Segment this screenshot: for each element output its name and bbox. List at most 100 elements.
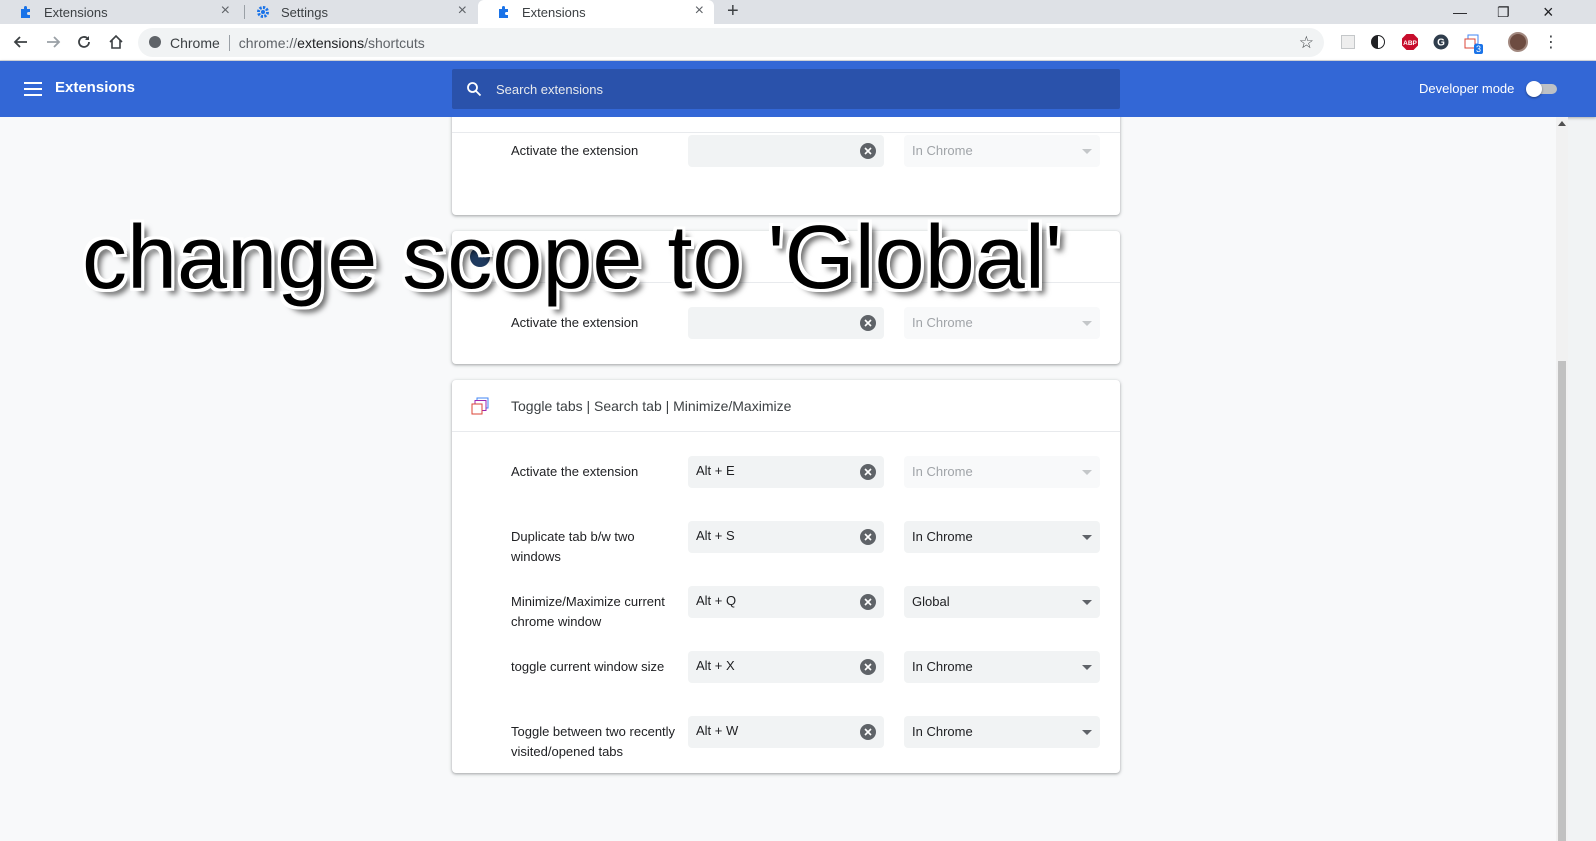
scope-value: In Chrome (912, 659, 973, 674)
star-bookmark-icon[interactable]: ☆ (1299, 33, 1314, 53)
close-icon[interactable]: × (458, 3, 467, 19)
shortcut-input[interactable]: Alt + E (688, 456, 884, 488)
command-label: Minimize/Maximize current chrome window (511, 594, 665, 629)
dropdown-arrow-icon (1082, 321, 1092, 326)
command-label: Activate the extension (511, 315, 639, 330)
svg-text:G: G (1437, 38, 1445, 49)
chrome-logo-icon (149, 36, 161, 48)
shortcut-value: Alt + Q (696, 593, 737, 608)
shortcut-row: toggle current window size Alt + X In Ch… (452, 651, 1120, 703)
tab-extensions-active[interactable]: Extensions × (478, 0, 714, 24)
avatar[interactable] (1508, 32, 1528, 52)
shortcut-row: Duplicate tab b/w two windows Alt + S In… (452, 521, 1120, 573)
clear-shortcut-icon[interactable] (860, 143, 876, 159)
grammarly-icon[interactable]: G (1431, 32, 1451, 52)
clear-shortcut-icon[interactable] (860, 724, 876, 740)
scope-select[interactable]: In Chrome (904, 456, 1100, 488)
shortcut-input[interactable]: Alt + W (688, 716, 884, 748)
scope-select[interactable]: In Chrome (904, 135, 1100, 167)
gear-icon (255, 4, 271, 20)
tab-extensions-1[interactable]: Extensions × (0, 0, 240, 24)
close-icon[interactable]: × (695, 3, 704, 19)
reload-icon[interactable] (72, 30, 96, 54)
page-scrollbar[interactable] (1556, 117, 1568, 841)
kebab-menu-icon[interactable]: ⋮ (1541, 32, 1561, 52)
clear-shortcut-icon[interactable] (860, 529, 876, 545)
shortcut-input[interactable]: Alt + Q (688, 586, 884, 618)
command-label: Toggle between two recently visited/open… (511, 724, 676, 759)
shortcut-row: Activate the extension In Chrome (452, 135, 1120, 187)
omnibox[interactable]: Chrome chrome://extensions/shortcuts ☆ (138, 28, 1324, 57)
url-prefix: chrome:// (238, 34, 298, 51)
dropdown-arrow-icon (1082, 470, 1092, 475)
toggle-thumb (1526, 81, 1542, 97)
dropdown-arrow-icon (1082, 600, 1092, 605)
forward-arrow-icon[interactable] (41, 30, 65, 54)
scope-select[interactable]: In Chrome (904, 716, 1100, 748)
puzzle-icon (496, 4, 512, 20)
omnibox-url: chrome://extensions/shortcuts (239, 35, 425, 51)
clear-shortcut-icon[interactable] (860, 594, 876, 610)
extension-card: Activate the extension In Chrome (452, 117, 1120, 215)
extension-placeholder-icon[interactable] (1338, 32, 1358, 52)
clear-shortcut-icon[interactable] (860, 464, 876, 480)
card-header (452, 117, 1120, 133)
search-icon (467, 82, 482, 97)
clear-shortcut-icon[interactable] (860, 659, 876, 675)
tab-label: Extensions (44, 4, 108, 20)
minimize-icon[interactable]: — (1453, 0, 1467, 24)
svg-text:ABP: ABP (1403, 40, 1417, 47)
tab-label: Extensions (522, 4, 586, 20)
tab-settings[interactable]: Settings × (237, 0, 477, 24)
command-label: toggle current window size (511, 659, 665, 674)
search-box[interactable] (452, 69, 1120, 109)
extension-badge: 3 (1474, 44, 1484, 54)
scroll-up-arrow-icon[interactable] (1558, 121, 1566, 126)
overlay-caption: change scope to 'Global' (82, 208, 1063, 308)
shortcut-row: Toggle between two recently visited/open… (452, 716, 1120, 768)
command-label: Activate the extension (511, 464, 639, 479)
back-arrow-icon[interactable] (9, 30, 33, 54)
omnibox-site-label: Chrome (170, 34, 220, 51)
adblock-icon[interactable]: ABP (1400, 32, 1420, 52)
new-tab-button[interactable]: + (727, 0, 739, 22)
omnibox-separator (228, 34, 230, 51)
extension-name: Toggle tabs | Search tab | Minimize/Maxi… (511, 397, 792, 414)
scope-value: In Chrome (912, 315, 973, 330)
scrollbar-thumb[interactable] (1558, 361, 1566, 841)
scope-select[interactable]: Global (904, 586, 1100, 618)
shortcut-input[interactable] (688, 307, 884, 339)
shortcut-row: Activate the extension Alt + E In Chrome (452, 456, 1120, 508)
scope-value: Global (912, 594, 950, 609)
shortcut-value: Alt + S (696, 528, 735, 543)
dropdown-arrow-icon (1082, 665, 1092, 670)
shortcut-input[interactable]: Alt + S (688, 521, 884, 553)
close-icon[interactable]: × (221, 3, 230, 19)
url-path: /shortcuts (364, 34, 425, 51)
scope-value: In Chrome (912, 464, 973, 479)
restore-icon[interactable]: ❐ (1497, 0, 1510, 24)
scope-value: In Chrome (912, 724, 973, 739)
shortcut-value: Alt + E (696, 463, 735, 478)
window-close-icon[interactable]: × (1543, 0, 1554, 24)
shortcut-input[interactable] (688, 135, 884, 167)
developer-mode-label: Developer mode (1419, 81, 1515, 96)
clear-shortcut-icon[interactable] (860, 315, 876, 331)
dropdown-arrow-icon (1082, 730, 1092, 735)
browser-toolbar: Chrome chrome://extensions/shortcuts ☆ A… (0, 24, 1596, 61)
tab-strip: Extensions × Settings × Extensions × + —… (0, 0, 1596, 24)
search-input[interactable] (496, 81, 1076, 97)
developer-mode-toggle[interactable] (1526, 81, 1558, 97)
dropdown-arrow-icon (1082, 535, 1092, 540)
scope-select[interactable]: In Chrome (904, 307, 1100, 339)
toggle-tabs-extension-icon[interactable]: 3 (1462, 32, 1484, 54)
scope-select[interactable]: In Chrome (904, 651, 1100, 683)
card-header: Toggle tabs | Search tab | Minimize/Maxi… (452, 380, 1120, 432)
shortcut-input[interactable]: Alt + X (688, 651, 884, 683)
home-icon[interactable] (104, 30, 128, 54)
hamburger-menu-icon[interactable] (24, 79, 42, 99)
url-host: extensions (297, 34, 365, 51)
shortcut-value: Alt + W (696, 723, 739, 738)
scope-select[interactable]: In Chrome (904, 521, 1100, 553)
dark-mode-icon[interactable] (1368, 32, 1388, 52)
